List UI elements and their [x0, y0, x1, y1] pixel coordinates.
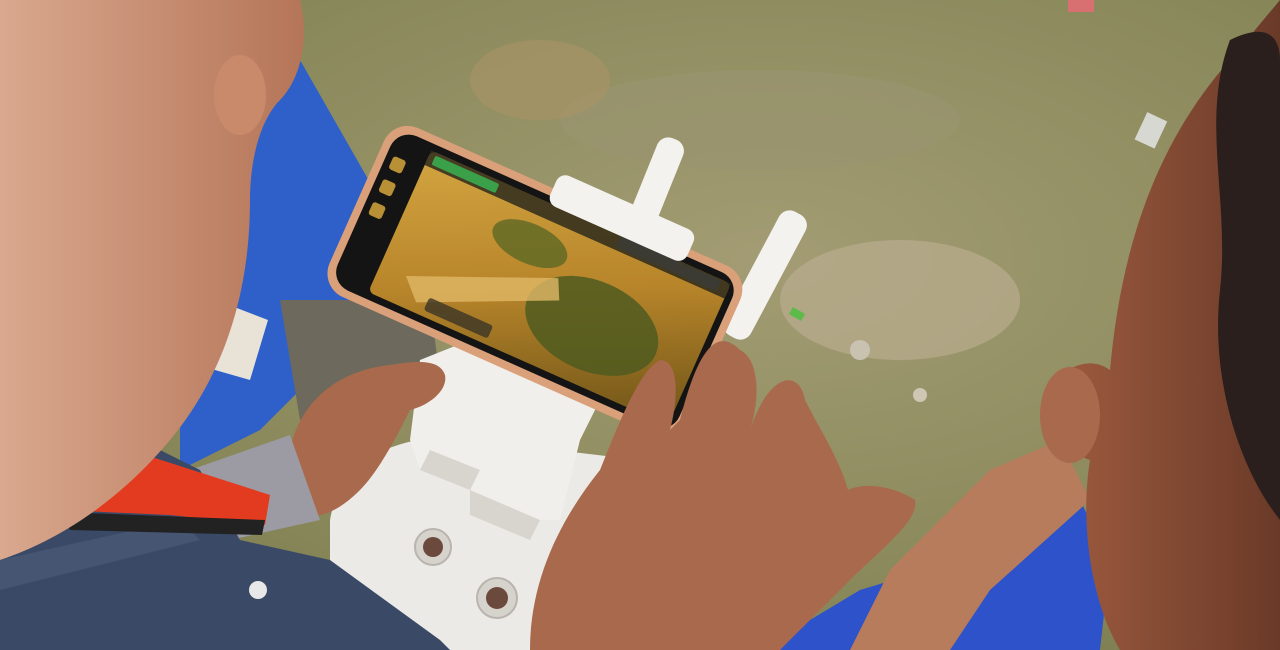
scene-illustration [0, 0, 1280, 650]
stone [850, 340, 870, 360]
shirt-button [249, 581, 267, 599]
child-ear [1040, 367, 1100, 463]
home-icon [486, 587, 508, 609]
photo-scene [0, 0, 1280, 650]
dirt-patch [780, 240, 1020, 360]
stone [913, 388, 927, 402]
foreground-ear [214, 55, 266, 135]
litter [1068, 0, 1094, 12]
dry-grass-patch [560, 70, 960, 170]
dry-grass-tuft [470, 40, 610, 120]
power-icon [423, 537, 443, 557]
